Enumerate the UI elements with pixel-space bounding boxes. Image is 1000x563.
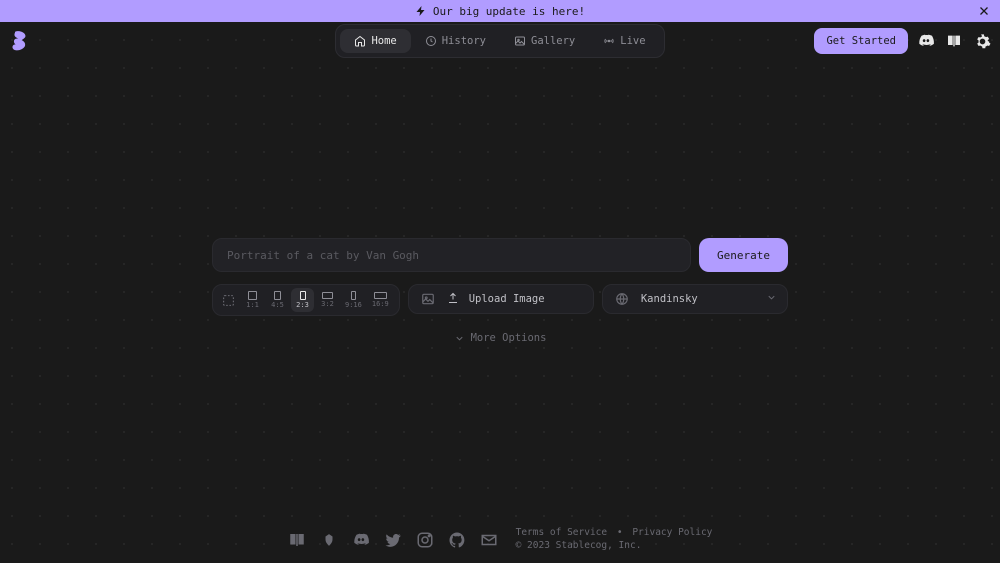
nav-home[interactable]: Home (340, 29, 410, 53)
aspect-1-1[interactable]: 1:1 (241, 288, 264, 312)
aspect-label: 1:1 (246, 301, 259, 309)
aspect-icon (219, 289, 237, 311)
nav-live[interactable]: Live (589, 29, 659, 53)
prompt-input[interactable] (212, 238, 691, 272)
more-options-toggle[interactable]: More Options (212, 332, 788, 344)
footer-text: Terms of Service • Privacy Policy © 2023… (516, 527, 713, 553)
nav-home-label: Home (371, 35, 396, 47)
copyright-text: © 2023 Stablecog, Inc. (516, 540, 713, 553)
footer-icons (288, 531, 498, 549)
aspect-2-3[interactable]: 2:3 (291, 288, 314, 312)
nav-gallery-label: Gallery (531, 35, 575, 47)
aspect-ratio-group: 1:1 4:5 2:3 3:2 9:16 16:9 (212, 284, 400, 316)
image-icon (419, 292, 437, 306)
aspect-shape-icon (351, 291, 356, 300)
model-icon (613, 292, 631, 306)
aspect-3-2[interactable]: 3:2 (316, 288, 339, 312)
topbar: Home History Gallery Live Get Started (0, 22, 1000, 60)
terms-link[interactable]: Terms of Service (516, 527, 608, 538)
github-icon[interactable] (448, 531, 466, 549)
upload-label: Upload Image (469, 293, 545, 305)
instagram-icon[interactable] (416, 531, 434, 549)
guide-icon[interactable] (944, 31, 964, 51)
more-options-label: More Options (471, 332, 547, 344)
aspect-label: 3:2 (321, 300, 334, 308)
aspect-shape-icon (374, 292, 387, 299)
aspect-label: 9:16 (345, 301, 362, 309)
aspect-16-9[interactable]: 16:9 (368, 288, 393, 312)
generate-button[interactable]: Generate (699, 238, 788, 272)
discord-icon[interactable] (916, 31, 936, 51)
bolt-icon (415, 5, 427, 17)
nav-history-label: History (442, 35, 486, 47)
twitter-icon[interactable] (384, 531, 402, 549)
chevron-down-icon (766, 292, 777, 306)
nav-history[interactable]: History (411, 29, 500, 53)
privacy-link[interactable]: Privacy Policy (632, 527, 712, 538)
footer: Terms of Service • Privacy Policy © 2023… (0, 527, 1000, 553)
nav-gallery[interactable]: Gallery (500, 29, 589, 53)
email-icon[interactable] (480, 531, 498, 549)
logo[interactable] (10, 30, 30, 52)
aspect-shape-icon (274, 291, 281, 300)
aspect-shape-icon (300, 291, 306, 300)
get-started-button[interactable]: Get Started (814, 28, 908, 54)
aspect-9-16[interactable]: 9:16 (341, 288, 366, 312)
upload-icon (447, 292, 459, 307)
topbar-right: Get Started (814, 28, 992, 54)
aspect-label: 2:3 (296, 301, 309, 309)
footer-separator: • (617, 527, 623, 538)
guide-icon[interactable] (288, 531, 306, 549)
main-nav: Home History Gallery Live (335, 24, 664, 58)
banner-text: Our big update is here! (433, 5, 585, 18)
upload-image-button[interactable]: Upload Image (408, 284, 594, 314)
aspect-shape-icon (322, 292, 333, 299)
aspect-shape-icon (248, 291, 257, 300)
close-icon[interactable] (976, 3, 992, 19)
blog-icon[interactable] (320, 531, 338, 549)
options-row: 1:1 4:5 2:3 3:2 9:16 16:9 Upload Image Kandin… (212, 284, 788, 316)
prompt-row: Generate (212, 238, 788, 272)
aspect-label: 16:9 (372, 300, 389, 308)
main-panel: Generate 1:1 4:5 2:3 3:2 9:16 16:9 Upload Ima… (212, 238, 788, 344)
aspect-4-5[interactable]: 4:5 (266, 288, 289, 312)
gear-icon[interactable] (972, 31, 992, 51)
discord-icon[interactable] (352, 531, 370, 549)
aspect-label: 4:5 (271, 301, 284, 309)
model-selected-label: Kandinsky (641, 293, 698, 305)
announcement-banner[interactable]: Our big update is here! (0, 0, 1000, 22)
model-select[interactable]: Kandinsky (602, 284, 788, 314)
nav-live-label: Live (620, 35, 645, 47)
